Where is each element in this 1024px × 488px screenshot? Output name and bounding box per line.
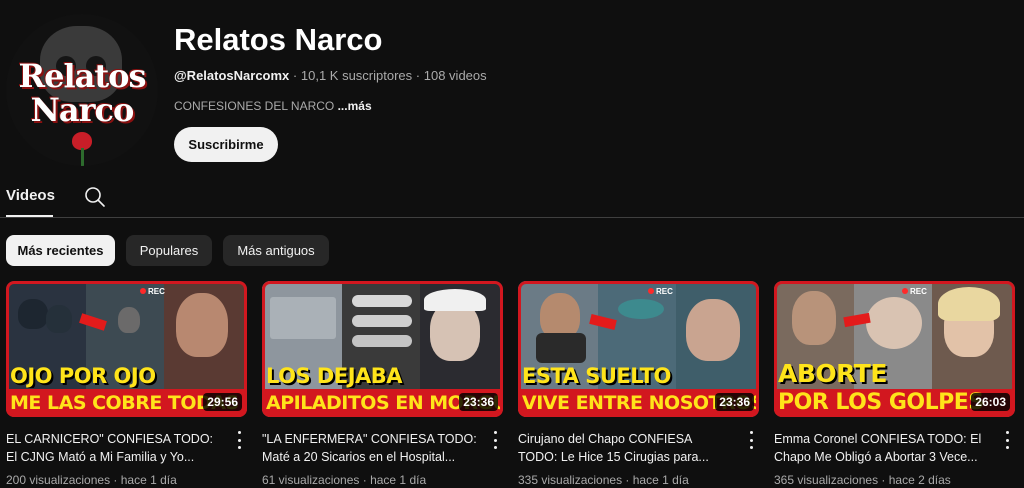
video-duration: 29:56 <box>203 393 242 411</box>
video-duration: 23:36 <box>459 393 498 411</box>
video-meta: 61 visualizaciones · hace 1 día <box>262 473 427 487</box>
video-title[interactable]: Cirujano del Chapo CONFIESA TODO: Le Hic… <box>518 430 736 466</box>
video-thumbnail[interactable]: LOS DEJABA APILADITOS EN MORGUE 23:36 <box>262 281 503 417</box>
video-thumbnail[interactable]: REC OJO POR OJO ME LAS COBRE TODAS 29:56 <box>6 281 247 417</box>
video-title-line1: Cirujano del Chapo CONFIESA <box>518 432 693 446</box>
chip-populares[interactable]: Populares <box>126 235 212 266</box>
logo-text-line1: Relatos <box>18 57 147 95</box>
video-title-line2: El CJNG Mató a Mi Familia y Yo... <box>6 450 195 464</box>
upload-age: hace 1 día <box>120 473 177 487</box>
rose-stem <box>81 148 84 166</box>
video-title[interactable]: Emma Coronel CONFIESA TODO: El Chapo Me … <box>774 430 992 466</box>
tabs-divider <box>0 217 1024 218</box>
subscribe-button[interactable]: Suscribirme <box>174 127 278 162</box>
more-actions-icon[interactable] <box>743 431 759 449</box>
more-link[interactable]: ...más <box>338 99 372 113</box>
tab-videos[interactable]: Videos <box>6 187 55 204</box>
video-card[interactable]: REC ESTA SUELTO VIVE ENTRE NOSOTROS 23:3… <box>518 281 759 488</box>
upload-age: hace 2 días <box>888 473 951 487</box>
video-title-line1: EL CARNICERO" CONFIESA TODO: <box>6 432 214 446</box>
upload-age: hace 1 día <box>632 473 689 487</box>
search-icon[interactable] <box>84 186 106 208</box>
channel-handle: @RelatosNarcomx <box>174 68 290 83</box>
channel-description[interactable]: CONFESIONES DEL NARCO ...más <box>174 99 372 113</box>
logo-text-line2: Narco <box>30 91 135 129</box>
more-actions-icon[interactable] <box>999 431 1015 449</box>
video-duration: 23:36 <box>715 393 754 411</box>
video-thumbnail[interactable]: REC ABORTE POR LOS GOLPES 26:03 <box>774 281 1015 417</box>
subscriber-count: 10,1 K suscriptores <box>300 68 413 83</box>
view-count: 365 visualizaciones <box>774 473 879 487</box>
description-text: CONFESIONES DEL NARCO <box>174 99 335 113</box>
video-title[interactable]: "LA ENFERMERA" CONFIESA TODO: Maté a 20 … <box>262 430 480 466</box>
channel-avatar[interactable]: Relatos Narco <box>6 14 158 166</box>
video-card[interactable]: REC ABORTE POR LOS GOLPES 26:03 Emma Cor… <box>774 281 1015 488</box>
more-actions-icon[interactable] <box>487 431 503 449</box>
meta-separator: · <box>415 68 421 83</box>
video-title-line1: "LA ENFERMERA" CONFIESA TODO: <box>262 432 477 446</box>
channel-meta: @RelatosNarcomx · 10,1 K suscriptores · … <box>174 68 487 83</box>
video-title-line2: Chapo Me Obligó a Abortar 3 Vece... <box>774 450 978 464</box>
view-count: 200 visualizaciones <box>6 473 111 487</box>
view-count: 61 visualizaciones <box>262 473 360 487</box>
upload-age: hace 1 día <box>370 473 427 487</box>
video-meta: 365 visualizaciones · hace 2 días <box>774 473 951 487</box>
video-count: 108 videos <box>423 68 487 83</box>
video-card[interactable]: REC OJO POR OJO ME LAS COBRE TODAS 29:56… <box>6 281 247 488</box>
more-actions-icon[interactable] <box>231 431 247 449</box>
view-count: 335 visualizaciones <box>518 473 623 487</box>
meta-separator: · <box>292 68 298 83</box>
chip-mas-recientes[interactable]: Más recientes <box>6 235 115 266</box>
chip-mas-antiguos[interactable]: Más antiguos <box>223 235 329 266</box>
video-meta: 200 visualizaciones · hace 1 día <box>6 473 177 487</box>
video-meta: 335 visualizaciones · hace 1 día <box>518 473 689 487</box>
channel-name: Relatos Narco <box>174 22 383 57</box>
video-thumbnail[interactable]: REC ESTA SUELTO VIVE ENTRE NOSOTROS 23:3… <box>518 281 759 417</box>
video-title[interactable]: EL CARNICERO" CONFIESA TODO: El CJNG Mat… <box>6 430 224 466</box>
video-title-line1: Emma Coronel CONFIESA TODO: El <box>774 432 982 446</box>
video-card[interactable]: LOS DEJABA APILADITOS EN MORGUE 23:36 "L… <box>262 281 503 488</box>
video-title-line2: Maté a 20 Sicarios en el Hospital... <box>262 450 456 464</box>
video-title-line2: TODO: Le Hice 15 Cirugias para... <box>518 450 709 464</box>
video-duration: 26:03 <box>971 393 1010 411</box>
